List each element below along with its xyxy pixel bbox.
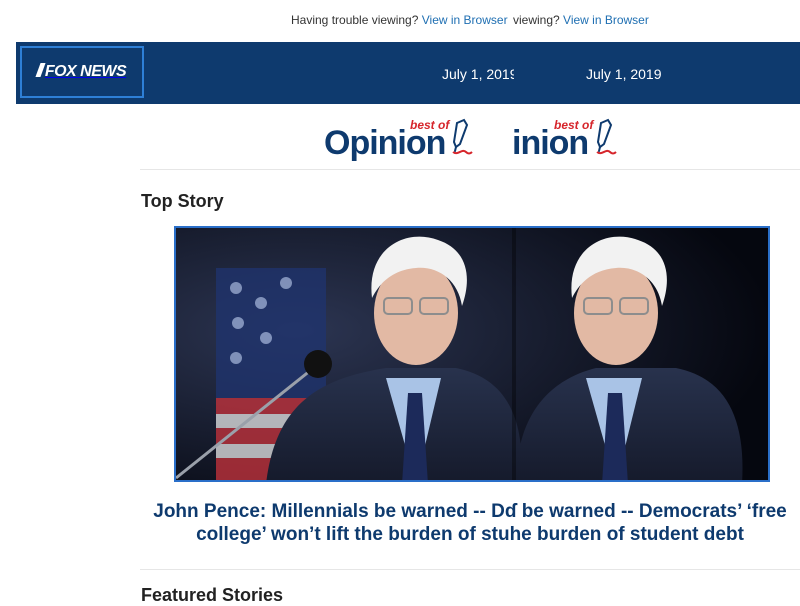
view-in-browser-link[interactable]: View in Browser [422,13,508,27]
opinion-word-duplicate: inion [512,124,589,162]
view-in-browser-prefix-duplicate: viewing? [513,13,564,27]
site-header: FOX NEWS July 1, 2019 July 1, 2019 [16,42,800,104]
newsletter-date-duplicate: July 1, 2019 [586,66,662,82]
best-of-opinion-logo: best of Opinion [324,114,484,166]
opinion-word: Opinion [324,124,446,162]
divider [140,169,800,170]
top-story-photo [176,228,768,480]
best-of-opinion-logo-duplicate: best of inion [512,114,622,166]
top-story-headline[interactable]: John Pence: Millennials be warned -- Dɗ … [150,500,790,546]
top-story-heading: Top Story [141,191,224,211]
view-in-browser-link-duplicate[interactable]: View in Browser [563,13,649,27]
featured-stories-heading: Featured Stories [141,585,284,605]
newsletter-date: July 1, 2019 [442,66,514,82]
view-in-browser-line: Having trouble viewing? View in Browser [291,13,513,27]
view-in-browser-bar: Having trouble viewing? View in Browser … [0,0,800,42]
pen-icon-duplicate [596,118,617,155]
divider [140,569,800,570]
view-in-browser-line-duplicate: viewing? View in Browser [513,13,649,27]
pen-icon [452,118,473,155]
top-story-image-link[interactable] [174,226,770,482]
fox-news-logo: FOX NEWS [35,63,127,81]
fox-news-logo-link[interactable]: FOX NEWS [20,46,144,98]
view-in-browser-prefix: Having trouble viewing? [291,13,422,27]
